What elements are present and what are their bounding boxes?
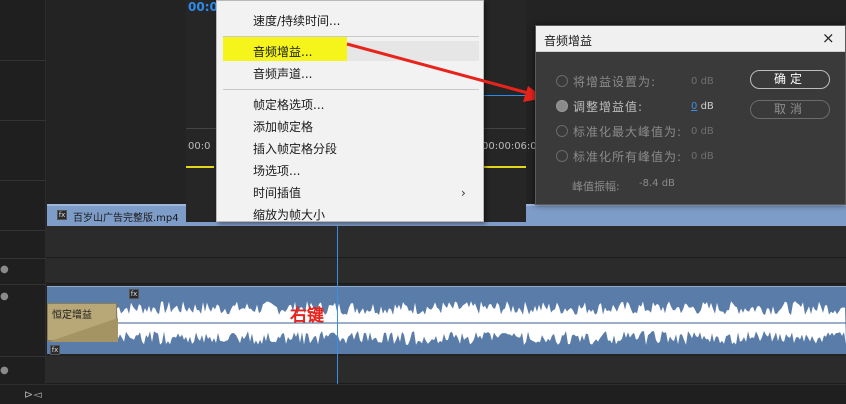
- zoom-nav-icon[interactable]: ⊳◅: [24, 388, 42, 401]
- normalize-max-peak-value[interactable]: 0 dB: [691, 126, 714, 137]
- value-number: 0: [691, 76, 698, 87]
- radio-adjust-gain[interactable]: [556, 100, 568, 112]
- value-unit: dB: [700, 126, 714, 137]
- radio-normalize-max-peak[interactable]: [556, 125, 568, 137]
- audio-gain-dialog: 音频增益 × 将增益设置为: 0 dB 调整增益值: 0 dB 标准化最大峰值为…: [535, 25, 846, 205]
- peak-amplitude-label: 峰值振幅:: [572, 180, 620, 193]
- value-number: 0: [691, 151, 698, 162]
- radio-normalize-all-peaks[interactable]: [556, 150, 568, 162]
- dialog-title: 音频增益: [544, 34, 593, 48]
- value-unit: dB: [700, 76, 714, 87]
- option-label: 调整增益值:: [573, 100, 644, 114]
- cancel-button[interactable]: 取消: [750, 100, 830, 119]
- radio-set-gain[interactable]: [556, 75, 568, 87]
- option-label: 标准化所有峰值为:: [573, 150, 683, 164]
- close-icon[interactable]: ×: [822, 29, 835, 47]
- value-unit: dB: [700, 151, 714, 162]
- premiere-workspace: ● ● ● fx 百岁山广告完整版.mp4 恒定增益 fx fx 右键 00:0…: [0, 0, 846, 404]
- timeline-bottom-bar: ⊳◅: [0, 384, 846, 404]
- value-number: 0: [691, 126, 698, 137]
- option-label: 将增益设置为:: [573, 75, 657, 89]
- ok-button[interactable]: 确定: [750, 70, 830, 89]
- dialog-titlebar[interactable]: 音频增益 ×: [536, 26, 845, 52]
- peak-amplitude-value: -8.4 dB: [639, 178, 675, 189]
- option-label: 标准化最大峰值为:: [573, 125, 683, 139]
- normalize-all-peaks-value[interactable]: 0 dB: [691, 151, 714, 162]
- set-gain-value[interactable]: 0 dB: [691, 76, 714, 87]
- adjust-gain-value-field[interactable]: 0 dB: [691, 101, 714, 112]
- value-unit: dB: [700, 101, 714, 112]
- value-number[interactable]: 0: [691, 101, 697, 112]
